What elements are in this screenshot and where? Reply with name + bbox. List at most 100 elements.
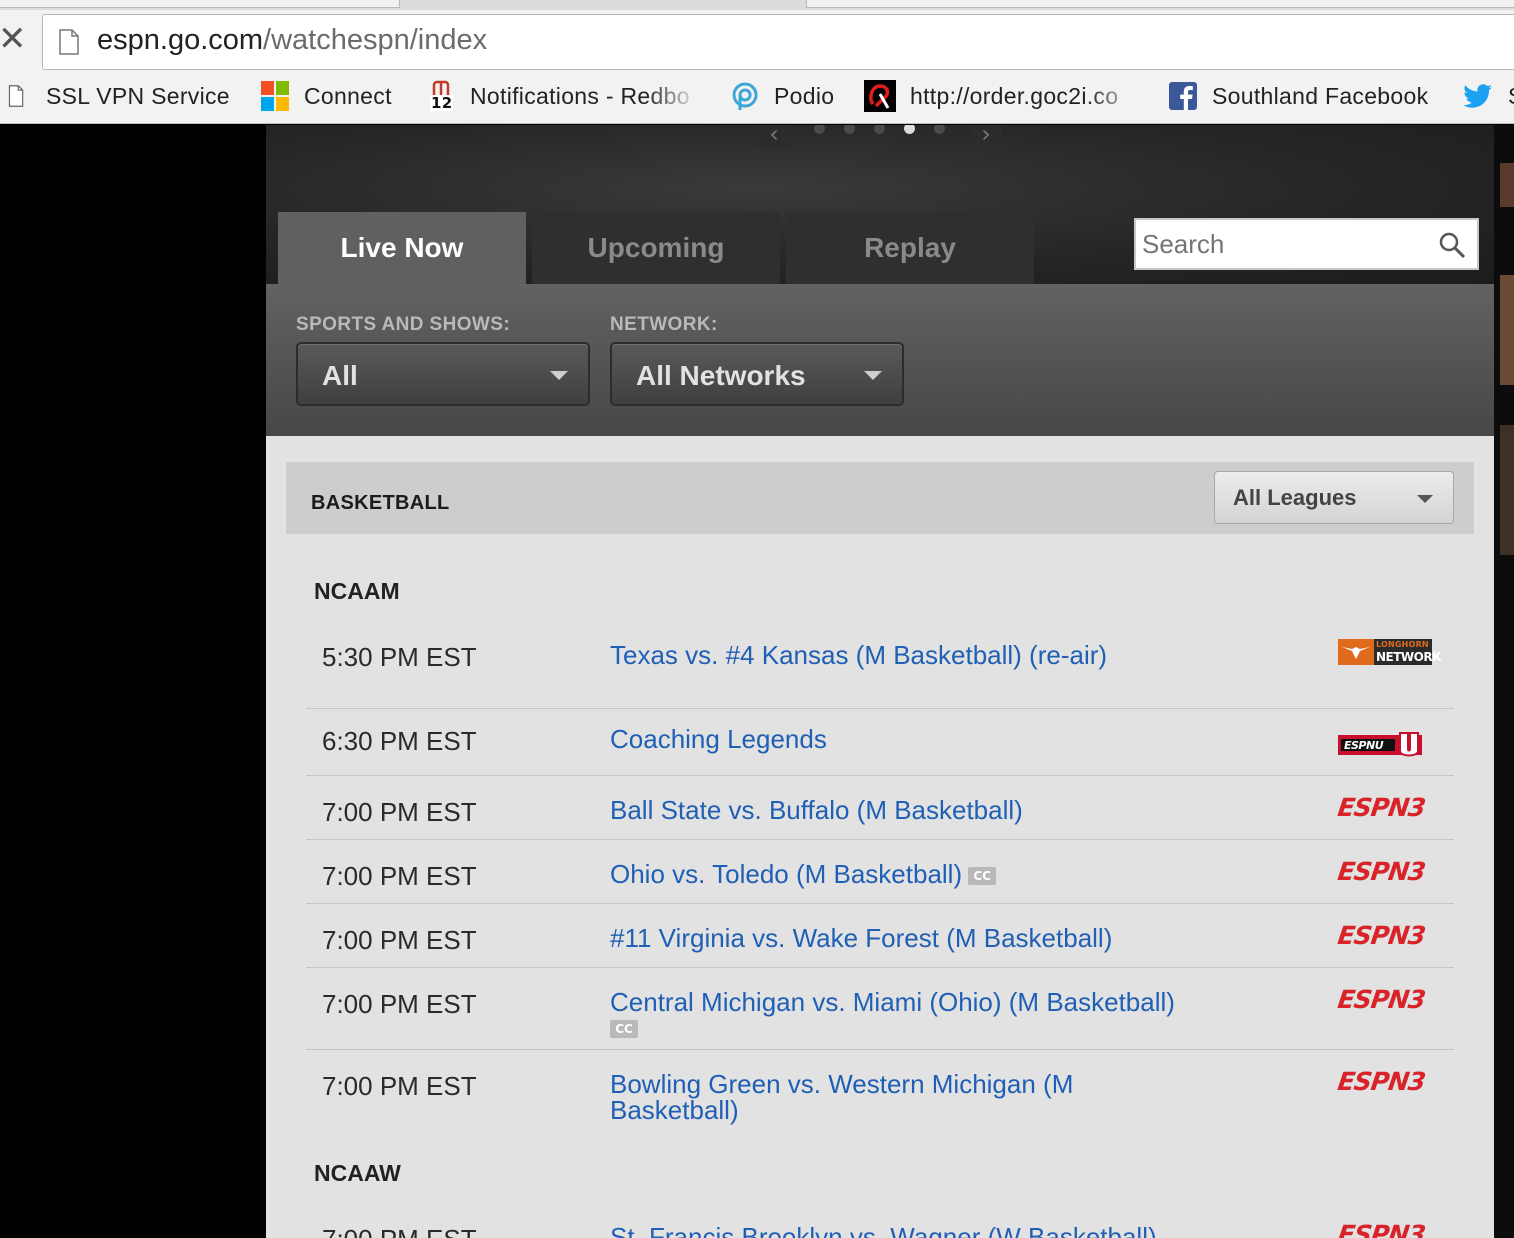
- bookmark-ssl-vpn[interactable]: SSL VPN Service: [8, 76, 238, 116]
- event-row: 7:00 PM EST Ohio vs. Toledo (M Basketbal…: [306, 840, 1454, 904]
- bookmark-podio[interactable]: Podio: [730, 76, 850, 116]
- search-input[interactable]: [1142, 226, 1432, 262]
- network-dropdown-value: All Networks: [636, 360, 806, 391]
- closed-caption-icon: CC: [968, 867, 997, 886]
- event-time: 6:30 PM EST: [322, 726, 477, 756]
- page-icon: [59, 29, 79, 55]
- league-dropdown[interactable]: All Leagues: [1214, 471, 1454, 524]
- league-heading-ncaam: NCAAM: [314, 578, 400, 604]
- espn3-logo: ESPN3: [1335, 857, 1427, 886]
- watchespn-main: ‹ › Live Now Upcoming Replay SPORTS AND: [266, 125, 1494, 1238]
- event-title-link[interactable]: Ohio vs. Toledo (M Basketball) CC: [610, 861, 1310, 887]
- notification-count: 12: [430, 94, 454, 112]
- bookmark-facebook[interactable]: Southland Facebook: [1168, 76, 1448, 116]
- search-box: [1134, 218, 1479, 270]
- event-time: 7:00 PM EST: [322, 861, 477, 891]
- bookmark-label: Notifications - Redbo: [470, 82, 690, 109]
- bookmark-redbooth[interactable]: 12 Notifications - Redbo: [428, 76, 700, 116]
- sports-filter-label: SPORTS AND SHOWS:: [296, 314, 511, 335]
- address-bar[interactable]: espn.go.com/watchespn/index: [42, 14, 1514, 70]
- espn3-logo: ESPN3: [1335, 793, 1427, 822]
- carousel-dot[interactable]: [934, 125, 945, 134]
- league-dropdown-value: All Leagues: [1233, 485, 1357, 510]
- bookmark-twitter[interactable]: S: [1462, 76, 1514, 116]
- tab-replay[interactable]: Replay: [786, 212, 1034, 284]
- browser-tab[interactable]: [0, 0, 400, 8]
- sport-title: BASKETBALL: [311, 492, 450, 514]
- event-row: 5:30 PM EST Texas vs. #4 Kansas (M Baske…: [306, 639, 1454, 709]
- filter-bar: SPORTS AND SHOWS: All NETWORK: All Netwo…: [266, 284, 1494, 436]
- network-filter-label: NETWORK:: [610, 314, 718, 335]
- espn3-logo: ESPN3: [1335, 1220, 1427, 1238]
- search-icon[interactable]: [1437, 230, 1467, 260]
- event-row: 7:00 PM EST Bowling Green vs. Western Mi…: [306, 1050, 1454, 1140]
- event-title-link[interactable]: St. Francis Brooklyn vs. Wagner (W Baske…: [610, 1224, 1310, 1238]
- bookmark-label: Southland Facebook: [1212, 82, 1429, 109]
- event-title-link[interactable]: Central Michigan vs. Miami (Ohio) (M Bas…: [610, 989, 1230, 1041]
- carousel-next-button[interactable]: ›: [970, 125, 1002, 149]
- event-title-link[interactable]: Coaching Legends: [610, 726, 1310, 752]
- event-row: 7:00 PM EST #11 Virginia vs. Wake Forest…: [306, 904, 1454, 968]
- bookmark-label: http://order.goc2i.co: [910, 82, 1119, 109]
- event-time: 7:00 PM EST: [322, 797, 477, 827]
- event-title-link[interactable]: Texas vs. #4 Kansas (M Basketball) (re-a…: [610, 642, 1310, 668]
- longhorn-logo-text: LONGHORN: [1376, 640, 1429, 649]
- sport-section-header: BASKETBALL All Leagues: [286, 462, 1474, 534]
- redbooth-icon: 12: [428, 80, 456, 112]
- podio-icon: [732, 82, 758, 110]
- event-title-text: Ohio vs. Toledo (M Basketball): [610, 859, 963, 889]
- event-row: 7:00 PM EST Central Michigan vs. Miami (…: [306, 968, 1454, 1050]
- carousel-dot-active[interactable]: [904, 125, 915, 134]
- chevron-down-icon: [864, 371, 882, 380]
- url-host: espn.go.com: [97, 24, 264, 56]
- event-time: 7:00 PM EST: [322, 1224, 477, 1238]
- carousel-dot[interactable]: [874, 125, 885, 134]
- page-icon: [8, 85, 24, 107]
- chevron-down-icon: [550, 371, 568, 380]
- bookmark-label: Podio: [774, 82, 835, 109]
- sports-dropdown[interactable]: All: [296, 342, 590, 406]
- bookmark-label: Connect: [304, 82, 392, 109]
- espnu-logo: ESPNU: [1338, 731, 1424, 759]
- tab-upcoming[interactable]: Upcoming: [532, 212, 780, 284]
- url-text[interactable]: espn.go.com/watchespn/index: [97, 24, 487, 57]
- espn3-logo: ESPN3: [1335, 1067, 1427, 1096]
- windows-logo-icon: [261, 81, 289, 111]
- carousel-dot[interactable]: [814, 125, 825, 134]
- event-title-link[interactable]: #11 Virginia vs. Wake Forest (M Basketba…: [610, 925, 1310, 951]
- event-time: 7:00 PM EST: [322, 925, 477, 955]
- chevron-down-icon: [1417, 495, 1433, 503]
- bookmark-goc2i[interactable]: http://order.goc2i.co: [864, 76, 1142, 116]
- espnu-logo-text: ESPNU: [1344, 739, 1384, 752]
- url-path: /watchespn/index: [263, 24, 488, 56]
- close-icon[interactable]: ✕: [0, 22, 27, 56]
- carousel-prev-button[interactable]: ‹: [758, 125, 790, 149]
- bookmark-connect[interactable]: Connect: [260, 76, 410, 116]
- schedule-content: BASKETBALL All Leagues NCAAM 5:30 PM EST…: [266, 436, 1494, 1238]
- carousel-dot[interactable]: [844, 125, 855, 134]
- bookmark-label: SSL VPN Service: [46, 82, 230, 109]
- event-title-link[interactable]: Bowling Green vs. Western Michigan (M Ba…: [610, 1071, 1090, 1123]
- bookmarks-bar: SSL VPN Service Connect 12 Notifications…: [0, 76, 1514, 116]
- event-row: 7:00 PM EST Ball State vs. Buffalo (M Ba…: [306, 776, 1454, 840]
- bookmark-label: S: [1508, 83, 1514, 110]
- twitter-icon: [1463, 84, 1492, 108]
- league-heading-ncaaw: NCAAW: [314, 1160, 401, 1186]
- longhorn-network-logo: LONGHORN NETWORK: [1338, 639, 1441, 665]
- tab-live-now[interactable]: Live Now: [278, 212, 526, 284]
- hero-banner: ‹ › Live Now Upcoming Replay: [266, 125, 1494, 285]
- event-time: 7:00 PM EST: [322, 1071, 477, 1101]
- event-time: 5:30 PM EST: [322, 642, 477, 672]
- longhorn-logo-text: NETWORK: [1376, 650, 1441, 664]
- adjacent-content-strip: [1494, 125, 1514, 1238]
- event-title-link[interactable]: Ball State vs. Buffalo (M Basketball): [610, 797, 1310, 823]
- goc2i-icon: [864, 80, 896, 112]
- event-time: 7:00 PM EST: [322, 989, 477, 1019]
- browser-chrome: ✕ espn.go.com/watchespn/index SSL VPN Se…: [0, 0, 1514, 124]
- tab-strip: [0, 0, 1514, 10]
- network-dropdown[interactable]: All Networks: [610, 342, 904, 406]
- facebook-icon: [1169, 82, 1197, 110]
- browser-tab[interactable]: [806, 0, 1514, 8]
- sports-dropdown-value: All: [322, 360, 358, 391]
- event-row: 6:30 PM EST Coaching Legends ESPNU: [306, 709, 1454, 776]
